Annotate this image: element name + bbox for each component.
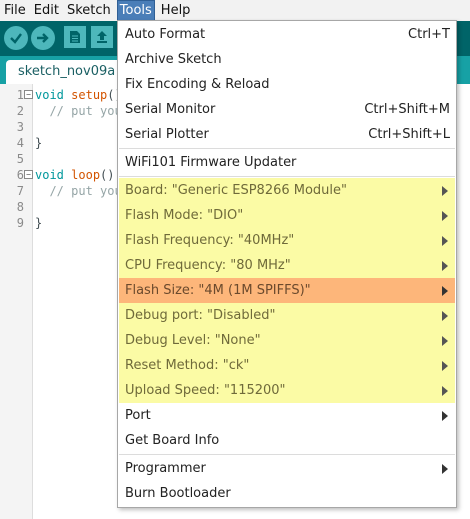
submenu-arrow-icon xyxy=(442,311,448,321)
menu-item-upload-speed[interactable]: Upload Speed: "115200" xyxy=(119,378,455,403)
menu-help[interactable]: Help xyxy=(159,0,193,21)
menu-item-label: Fix Encoding & Reload xyxy=(125,77,270,92)
line-number: 4 xyxy=(16,136,24,150)
menu-item-label: Debug Level: "None" xyxy=(125,333,261,348)
upload-icon[interactable] xyxy=(31,26,55,50)
submenu-arrow-icon xyxy=(442,464,448,474)
menu-separator xyxy=(119,176,455,177)
menu-item-flash-size[interactable]: Flash Size: "4M (1M SPIFFS)" xyxy=(119,278,455,303)
menu-item-label: CPU Frequency: "80 MHz" xyxy=(125,258,291,273)
line-number: 2 xyxy=(16,104,24,118)
menu-separator xyxy=(119,148,455,149)
line-number: 7 xyxy=(16,184,24,198)
fold-icon[interactable]: − xyxy=(24,170,33,179)
menu-item-label: Flash Size: "4M (1M SPIFFS)" xyxy=(125,283,311,298)
menu-item-label: Archive Sketch xyxy=(125,52,222,67)
code-text: } xyxy=(35,136,43,150)
menu-item-flash-mode[interactable]: Flash Mode: "DIO" xyxy=(119,203,455,228)
menu-item-label: Get Board Info xyxy=(125,433,220,448)
menu-bar: File Edit Sketch Tools Help xyxy=(0,0,470,21)
submenu-arrow-icon xyxy=(442,411,448,421)
shortcut-label: Ctrl+Shift+M xyxy=(364,102,450,117)
menu-item-board[interactable]: Board: "Generic ESP8266 Module" xyxy=(119,178,455,203)
menu-item-label: Auto Format xyxy=(125,27,206,42)
menu-item-reset-method[interactable]: Reset Method: "ck" xyxy=(119,353,455,378)
line-number: 9 xyxy=(16,216,24,230)
menu-item-label: Serial Plotter xyxy=(125,127,209,142)
menu-item-burn-bootloader[interactable]: Burn Bootloader xyxy=(119,481,455,506)
keyword: void xyxy=(35,168,64,182)
menu-item-cpu-frequency[interactable]: CPU Frequency: "80 MHz" xyxy=(119,253,455,278)
function-name: setup xyxy=(71,88,108,102)
new-icon[interactable] xyxy=(64,26,86,48)
tab-sketch[interactable]: sketch_nov09a xyxy=(6,60,128,84)
function-name: loop xyxy=(71,168,101,182)
submenu-arrow-icon xyxy=(442,236,448,246)
line-number: 5 xyxy=(16,152,24,166)
code-text: } xyxy=(35,216,43,230)
menu-item-programmer[interactable]: Programmer xyxy=(119,456,455,481)
menu-item-debug-level[interactable]: Debug Level: "None" xyxy=(119,328,455,353)
tools-menu: Auto Format Ctrl+T Archive Sketch Fix En… xyxy=(117,20,457,508)
menu-tools[interactable]: Tools xyxy=(116,0,155,21)
submenu-arrow-icon xyxy=(442,211,448,221)
menu-item-archive-sketch[interactable]: Archive Sketch xyxy=(119,47,455,72)
line-number: 6 xyxy=(16,168,24,182)
menu-item-label: Port xyxy=(125,408,151,423)
submenu-arrow-icon xyxy=(442,186,448,196)
verify-icon[interactable] xyxy=(4,26,28,50)
shortcut-label: Ctrl+Shift+L xyxy=(368,127,450,142)
menu-item-label: Reset Method: "ck" xyxy=(125,358,250,373)
open-icon[interactable] xyxy=(91,26,113,48)
menu-item-label: Board: "Generic ESP8266 Module" xyxy=(125,183,348,198)
menu-item-debug-port[interactable]: Debug port: "Disabled" xyxy=(119,303,455,328)
menu-item-port[interactable]: Port xyxy=(119,403,455,428)
menu-file[interactable]: File xyxy=(0,0,28,21)
menu-item-flash-frequency[interactable]: Flash Frequency: "40MHz" xyxy=(119,228,455,253)
menu-item-fix-encoding[interactable]: Fix Encoding & Reload xyxy=(119,72,455,97)
menu-item-wifi-updater[interactable]: WiFi101 Firmware Updater xyxy=(119,150,455,175)
fold-icon[interactable]: − xyxy=(24,90,33,99)
submenu-arrow-icon xyxy=(442,386,448,396)
submenu-arrow-icon xyxy=(442,286,448,296)
submenu-arrow-icon xyxy=(442,361,448,371)
submenu-arrow-icon xyxy=(442,336,448,346)
menu-item-label: Upload Speed: "115200" xyxy=(125,383,286,398)
menu-item-auto-format[interactable]: Auto Format Ctrl+T xyxy=(119,22,455,47)
submenu-arrow-icon xyxy=(442,261,448,271)
menu-item-label: Programmer xyxy=(125,461,206,476)
menu-item-label: WiFi101 Firmware Updater xyxy=(125,155,297,170)
menu-item-label: Burn Bootloader xyxy=(125,486,231,501)
menu-item-get-board-info[interactable]: Get Board Info xyxy=(119,428,455,453)
menu-item-label: Flash Mode: "DIO" xyxy=(125,208,244,223)
line-number: 8 xyxy=(16,200,24,214)
menu-sketch[interactable]: Sketch xyxy=(65,0,113,21)
menu-item-label: Debug port: "Disabled" xyxy=(125,308,276,323)
menu-item-serial-monitor[interactable]: Serial Monitor Ctrl+Shift+M xyxy=(119,97,455,122)
menu-item-label: Serial Monitor xyxy=(125,102,216,117)
menu-item-label: Flash Frequency: "40MHz" xyxy=(125,233,295,248)
line-number: 3 xyxy=(16,120,24,134)
keyword: void xyxy=(35,88,64,102)
shortcut-label: Ctrl+T xyxy=(408,27,450,42)
menu-item-serial-plotter[interactable]: Serial Plotter Ctrl+Shift+L xyxy=(119,122,455,147)
menu-separator xyxy=(119,454,455,455)
menu-edit[interactable]: Edit xyxy=(32,0,61,21)
line-number: 1 xyxy=(16,88,24,102)
